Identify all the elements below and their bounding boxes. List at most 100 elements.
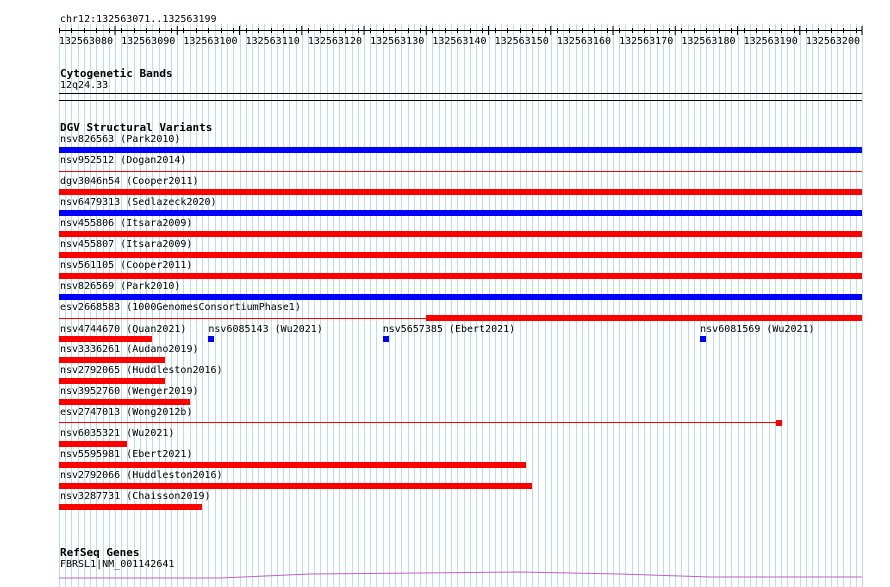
- sv-bar[interactable]: [59, 147, 862, 153]
- sv-bar[interactable]: [59, 252, 862, 258]
- sv-bar[interactable]: [208, 336, 215, 342]
- sv-label[interactable]: nsv6085143 (Wu2021): [208, 324, 322, 335]
- ruler-tick-label: 132563150: [495, 36, 549, 47]
- sv-connector[interactable]: [59, 422, 782, 423]
- sv-id[interactable]: nsv6081569: [700, 324, 760, 335]
- sv-label[interactable]: nsv561105 (Cooper2011): [60, 260, 192, 271]
- sv-id[interactable]: nsv455806: [60, 218, 114, 229]
- sv-study: (Ebert2021): [120, 449, 193, 460]
- cytoband-line-bottom: [59, 100, 862, 101]
- sv-bar[interactable]: [59, 483, 533, 489]
- sv-label[interactable]: nsv4744670 (Quan2021): [60, 324, 186, 335]
- sv-bar[interactable]: [59, 189, 862, 195]
- sv-bar[interactable]: [700, 336, 707, 342]
- sv-id[interactable]: nsv3336261: [60, 344, 120, 355]
- sv-study: (Wu2021): [120, 428, 175, 439]
- sv-label[interactable]: nsv826569 (Park2010): [60, 281, 180, 292]
- sv-bar[interactable]: [59, 357, 165, 363]
- sv-id[interactable]: esv2668583: [60, 302, 120, 313]
- sv-label[interactable]: nsv6479313 (Sedlazeck2020): [60, 197, 217, 208]
- sv-label[interactable]: nsv952512 (Dogan2014): [60, 155, 186, 166]
- sv-label[interactable]: nsv3287731 (Chaisson2019): [60, 491, 211, 502]
- ruler-tick-label: 132563200: [806, 36, 860, 47]
- sv-bar[interactable]: [59, 399, 190, 405]
- sv-bar[interactable]: [59, 441, 128, 447]
- sv-study: (Park2010): [114, 134, 181, 145]
- sv-study: (Wu2021): [760, 324, 815, 335]
- ruler-tick-label: 132563080: [59, 36, 113, 47]
- sv-id[interactable]: nsv5595981: [60, 449, 120, 460]
- sv-id[interactable]: nsv826569: [60, 281, 114, 292]
- sv-id[interactable]: nsv561105: [60, 260, 114, 271]
- ruler-tick-label: 132563130: [370, 36, 424, 47]
- sv-study: (Huddleston2016): [120, 365, 223, 376]
- gene-line: [59, 571, 862, 579]
- sv-study: (Wong2012b): [120, 407, 193, 418]
- sv-study: (Wu2021): [268, 324, 323, 335]
- sv-study: (Itsara2009): [114, 218, 193, 229]
- sv-id[interactable]: nsv952512: [60, 155, 114, 166]
- sv-label[interactable]: esv2747013 (Wong2012b): [60, 407, 192, 418]
- sv-bar[interactable]: [59, 231, 862, 237]
- sv-id[interactable]: nsv2792066: [60, 470, 120, 481]
- sv-label[interactable]: nsv6035321 (Wu2021): [60, 428, 174, 439]
- ruler-tick-label: 132563110: [246, 36, 300, 47]
- sv-label[interactable]: nsv2792066 (Huddleston2016): [60, 470, 223, 481]
- sv-label[interactable]: nsv455806 (Itsara2009): [60, 218, 192, 229]
- cytoband-track-title: Cytogenetic Bands: [60, 67, 173, 80]
- cytoband-label[interactable]: 12q24.33: [60, 80, 108, 92]
- sv-bar[interactable]: [59, 273, 862, 279]
- sv-label[interactable]: nsv5657385 (Ebert2021): [383, 324, 515, 335]
- refseq-track-title: RefSeq Genes: [60, 546, 140, 559]
- sv-label[interactable]: dgv3046n54 (Cooper2011): [60, 176, 199, 187]
- ruler-tick-label: 132563170: [619, 36, 673, 47]
- sv-id[interactable]: nsv826563: [60, 134, 114, 145]
- sv-study: (Huddleston2016): [120, 470, 223, 481]
- sv-bar[interactable]: [59, 171, 862, 172]
- sv-study: (Cooper2011): [114, 260, 193, 271]
- sv-label[interactable]: nsv3952760 (Wenger2019): [60, 386, 199, 397]
- dgv-track-title: DGV Structural Variants: [60, 121, 213, 134]
- sv-id[interactable]: nsv6035321: [60, 428, 120, 439]
- sv-label[interactable]: nsv6081569 (Wu2021): [700, 324, 814, 335]
- sv-id[interactable]: nsv2792065: [60, 365, 120, 376]
- ruler-tick-label: 132563180: [681, 36, 735, 47]
- sv-id[interactable]: nsv6479313: [60, 197, 120, 208]
- sv-bar[interactable]: [59, 504, 203, 510]
- sv-study: (Chaisson2019): [120, 491, 211, 502]
- ruler-tick-label: 132563160: [557, 36, 611, 47]
- sv-bar[interactable]: [382, 336, 389, 342]
- sv-bar[interactable]: [59, 210, 862, 216]
- sv-study: (Park2010): [114, 281, 181, 292]
- sv-label[interactable]: esv2668583 (1000GenomesConsortiumPhase1): [60, 302, 301, 313]
- ruler-tick-label: 132563120: [308, 36, 362, 47]
- ruler-tick-label: 132563100: [183, 36, 237, 47]
- sv-id[interactable]: nsv6085143: [208, 324, 268, 335]
- sv-label[interactable]: nsv455807 (Itsara2009): [60, 239, 192, 250]
- sv-study: (Audano2019): [120, 344, 199, 355]
- sv-label[interactable]: nsv2792065 (Huddleston2016): [60, 365, 223, 376]
- sv-id[interactable]: esv2747013: [60, 407, 120, 418]
- ruler-tick-label: 132563190: [744, 36, 798, 47]
- ruler-tick-label: 132563090: [121, 36, 175, 47]
- sv-study: (Itsara2009): [114, 239, 193, 250]
- sv-label[interactable]: nsv826563 (Park2010): [60, 134, 180, 145]
- sv-connector[interactable]: [59, 318, 427, 319]
- sv-id[interactable]: nsv3952760: [60, 386, 120, 397]
- sv-bar[interactable]: [59, 462, 526, 468]
- sv-study: (Wenger2019): [120, 386, 199, 397]
- sv-id[interactable]: dgv3046n54: [60, 176, 120, 187]
- sv-study: (Dogan2014): [114, 155, 187, 166]
- sv-bar[interactable]: [59, 294, 862, 300]
- sv-bar[interactable]: [59, 378, 165, 384]
- sv-label[interactable]: nsv3336261 (Audano2019): [60, 344, 199, 355]
- refseq-gene-model[interactable]: [0, 566, 890, 586]
- sv-label[interactable]: nsv5595981 (Ebert2021): [60, 449, 192, 460]
- sv-id[interactable]: nsv5657385: [383, 324, 443, 335]
- sv-bar[interactable]: [426, 315, 862, 321]
- sv-id[interactable]: nsv4744670: [60, 324, 120, 335]
- sv-bar[interactable]: [59, 336, 153, 342]
- sv-id[interactable]: nsv3287731: [60, 491, 120, 502]
- sv-bar[interactable]: [776, 420, 783, 426]
- sv-id[interactable]: nsv455807: [60, 239, 114, 250]
